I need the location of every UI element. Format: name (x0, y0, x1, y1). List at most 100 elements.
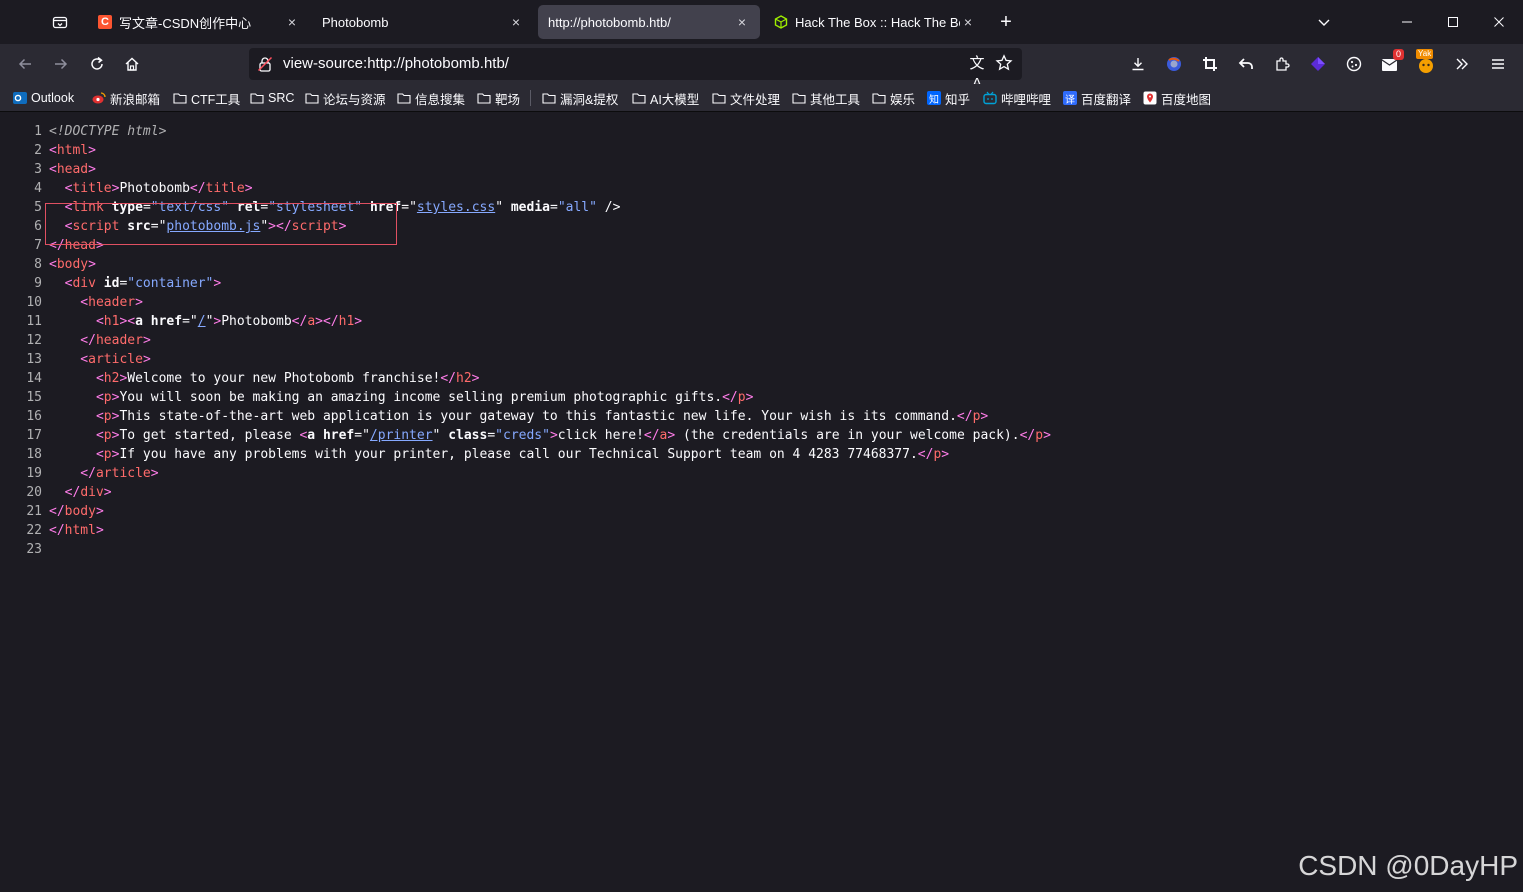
chevron-down-icon[interactable] (1312, 10, 1336, 34)
bookmark-baidu-translate[interactable]: 译 百度翻译 (1063, 89, 1131, 107)
bookmark-folder-forums[interactable]: 论坛与资源 (305, 89, 386, 107)
bookmark-folder-files[interactable]: 文件处理 (712, 89, 780, 107)
bilibili-icon (983, 91, 997, 105)
tab-hackthebox[interactable]: Hack The Box :: Hack The Box × (764, 5, 986, 39)
line-number: 20 (26, 485, 42, 500)
overflow-chevrons-icon[interactable] (1450, 52, 1474, 76)
source-link[interactable]: styles.css (417, 200, 495, 215)
purple-gem-icon[interactable] (1306, 52, 1330, 76)
line-number: 2 (34, 143, 42, 158)
source-token: p (1035, 428, 1044, 443)
source-link[interactable]: /printer (370, 428, 433, 443)
source-line: 17 <p>To get started, please <a href="/p… (0, 426, 1500, 445)
window-close-icon[interactable] (1484, 8, 1514, 36)
bookmark-folder-fun[interactable]: 娱乐 (872, 89, 915, 107)
bookmark-star-icon[interactable] (995, 54, 1015, 74)
source-token (96, 276, 104, 291)
source-token: "container" (127, 276, 214, 291)
translate-icon[interactable]: 文A (967, 54, 987, 92)
download-icon[interactable] (1126, 52, 1150, 76)
undo-arrow-icon[interactable] (1234, 52, 1258, 76)
source-token: article (95, 466, 151, 481)
bookmark-folder-range[interactable]: 靶场 (477, 89, 520, 107)
source-token: Photobomb (221, 314, 292, 329)
home-icon[interactable] (120, 52, 144, 76)
source-token (143, 314, 151, 329)
url-text[interactable]: view-source:http://photobomb.htb/ (283, 48, 509, 80)
yak-extension-icon[interactable]: Yak (1414, 49, 1438, 76)
bookmark-folder-ctf[interactable]: CTF工具 (173, 89, 240, 107)
insecure-lock-icon[interactable] (257, 56, 273, 72)
close-icon[interactable]: × (734, 14, 750, 30)
line-number: 13 (26, 352, 42, 367)
line-number: 8 (34, 257, 42, 272)
firefox-account-icon[interactable] (1162, 52, 1186, 76)
bookmark-label: AI大模型 (650, 92, 700, 107)
bookmark-baidu-map[interactable]: 百度地图 (1143, 89, 1211, 107)
back-arrow-icon[interactable] (13, 52, 37, 76)
bookmark-sina-mail[interactable]: 新浪邮箱 (92, 89, 160, 107)
source-token: h2 (103, 371, 120, 386)
extensions-puzzle-icon[interactable] (1270, 52, 1294, 76)
forward-arrow-icon[interactable] (49, 52, 73, 76)
tab-view-source[interactable]: http://photobomb.htb/ × (538, 5, 760, 39)
source-token: body (56, 257, 89, 272)
outlook-icon (13, 91, 27, 105)
source-token: click here! (557, 428, 644, 443)
source-token: < (49, 428, 104, 443)
source-link[interactable]: / (198, 314, 206, 329)
maximize-icon[interactable] (1438, 8, 1468, 36)
source-token: title (205, 181, 245, 196)
source-token: > (471, 371, 480, 386)
crop-tool-icon[interactable] (1198, 52, 1222, 76)
reload-icon[interactable] (85, 52, 109, 76)
close-icon[interactable]: × (284, 14, 300, 30)
source-token: </ (1019, 428, 1036, 443)
line-number: 10 (26, 295, 42, 310)
source-token: div (80, 485, 104, 500)
line-number: 19 (26, 466, 42, 481)
source-token: > (150, 466, 159, 481)
bookmark-outlook[interactable]: Outlook (13, 89, 74, 107)
source-token: h1 (103, 314, 120, 329)
source-token: < (49, 371, 104, 386)
source-token: title (72, 181, 112, 196)
source-token: <!DOCTYPE html> (49, 124, 167, 139)
source-token: p (103, 428, 112, 443)
source-token: = (487, 428, 496, 443)
source-line: 10 <header> (0, 293, 1500, 312)
bookmark-folder-src[interactable]: SRC (250, 89, 294, 107)
source-token: a (135, 314, 143, 329)
bookmark-folder-other[interactable]: 其他工具 (792, 89, 860, 107)
cookie-icon[interactable] (1342, 52, 1366, 76)
bookmark-folder-recon[interactable]: 信息搜集 (397, 89, 465, 107)
source-token: </ (643, 428, 660, 443)
close-icon[interactable]: × (508, 14, 524, 30)
tab-list-icon[interactable] (48, 10, 72, 34)
line-number: 3 (34, 162, 42, 177)
mail-extension-icon[interactable]: 0 (1378, 49, 1404, 76)
bookmark-bilibili[interactable]: 哔哩哔哩 (983, 89, 1051, 107)
close-icon[interactable]: × (960, 14, 976, 30)
source-token: Welcome to your new Photobomb franchise! (127, 371, 441, 386)
bookmark-label: 百度翻译 (1081, 92, 1132, 107)
yak-badge: Yak (1416, 49, 1434, 59)
source-token: > (745, 390, 754, 405)
bookmark-folder-ai[interactable]: AI大模型 (632, 89, 699, 107)
bookmark-label: 新浪邮箱 (110, 92, 161, 107)
source-token: =" (354, 428, 370, 443)
tab-csdn[interactable]: C 写文章-CSDN创作中心 × (88, 5, 310, 39)
source-line: 3 <head> (0, 160, 1500, 179)
source-token: body (64, 504, 96, 519)
minimize-icon[interactable] (1392, 8, 1422, 36)
mail-badge: 0 (1392, 49, 1404, 60)
url-bar[interactable]: view-source:http://photobomb.htb/ 文A (249, 48, 1022, 92)
source-token: "creds" (495, 428, 550, 443)
source-line: 20 </div> (0, 483, 1500, 502)
bookmark-zhihu[interactable]: 知 知乎 (927, 89, 970, 107)
bookmark-folder-vuln[interactable]: 漏洞&提权 (542, 89, 618, 107)
tab-photobomb[interactable]: Photobomb × (312, 5, 534, 39)
source-token: </ (49, 485, 81, 500)
new-tab-button[interactable]: + (994, 10, 1018, 34)
hamburger-menu-icon[interactable] (1486, 52, 1510, 76)
